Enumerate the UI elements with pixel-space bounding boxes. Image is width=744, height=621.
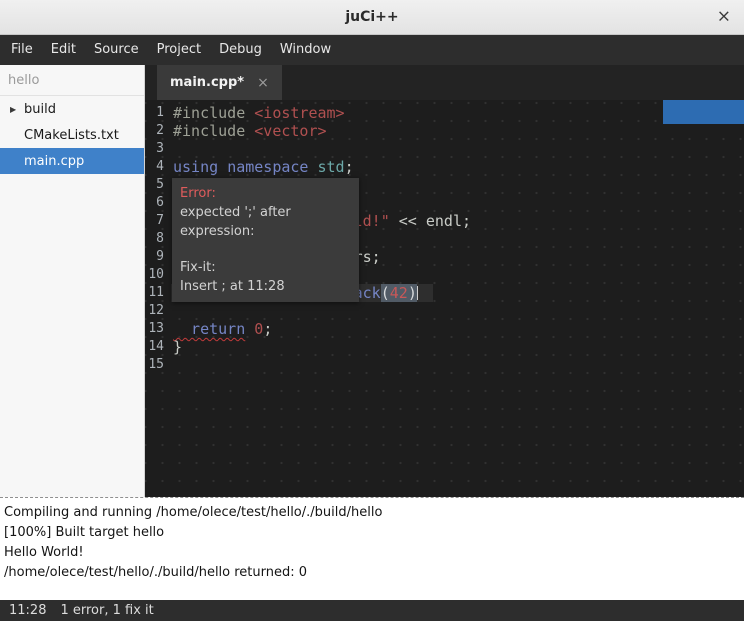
- tree-item-label: CMakeLists.txt: [24, 128, 119, 143]
- code-token: #include: [173, 104, 254, 122]
- code-token: return: [173, 320, 245, 338]
- menu-item-window[interactable]: Window: [271, 35, 340, 65]
- code-token: <iostream>: [254, 104, 344, 122]
- tab-bar: main.cpp* ×: [145, 65, 744, 100]
- tab-label: main.cpp*: [170, 75, 244, 90]
- tooltip-spacer: [180, 241, 351, 258]
- code-token: ): [408, 284, 417, 302]
- code-line-1[interactable]: #include <iostream>: [171, 104, 744, 122]
- code-token: using: [173, 158, 218, 176]
- tooltip-fixit-action: Insert ; at 11:28: [180, 277, 351, 296]
- menu-item-debug[interactable]: Debug: [210, 35, 271, 65]
- code-token: << endl;: [390, 212, 471, 230]
- line-number: 15: [145, 356, 171, 374]
- line-number: 7: [145, 212, 171, 230]
- line-number: 5: [145, 176, 171, 194]
- output-line: Compiling and running /home/olece/test/h…: [4, 503, 740, 523]
- line-number: 8: [145, 230, 171, 248]
- code-token: 0: [254, 320, 263, 338]
- code-token: std: [318, 158, 345, 176]
- tab-main-cpp[interactable]: main.cpp* ×: [157, 65, 282, 100]
- line-number: 4: [145, 158, 171, 176]
- jucipp-window: juCi++ × FileEditSourceProjectDebugWindo…: [0, 0, 744, 621]
- line-number-gutter: 123456789101112131415: [145, 100, 171, 497]
- output-panel[interactable]: Compiling and running /home/olece/test/h…: [0, 497, 744, 600]
- sidebar: hello ▶build CMakeLists.txt main.cpp: [0, 65, 145, 497]
- code-token: <vector>: [254, 122, 326, 140]
- code-token: ;: [263, 320, 272, 338]
- line-number: 10: [145, 266, 171, 284]
- menu-bar: FileEditSourceProjectDebugWindow: [0, 35, 744, 65]
- tree-item-build[interactable]: ▶build: [0, 96, 144, 122]
- menu-item-project[interactable]: Project: [148, 35, 210, 65]
- code-token: [218, 158, 227, 176]
- main-area: hello ▶build CMakeLists.txt main.cpp main.…: [0, 65, 744, 497]
- code-token: namespace: [227, 158, 308, 176]
- project-name: hello: [0, 65, 144, 96]
- tree-item-main.cpp[interactable]: main.cpp: [0, 148, 144, 174]
- code-line-2[interactable]: #include <vector>: [171, 122, 744, 140]
- code-token: }: [173, 338, 182, 356]
- code-token: (: [381, 284, 390, 302]
- window-title: juCi++: [345, 9, 398, 25]
- expander-icon[interactable]: ▶: [0, 105, 24, 114]
- line-number: 6: [145, 194, 171, 212]
- tooltip-error-title: Error:: [180, 184, 351, 203]
- line-number: 11: [145, 284, 171, 302]
- tree-item-label: build: [24, 102, 56, 117]
- diagnostic-tooltip: Error: expected ';' after expression: Fi…: [172, 178, 359, 302]
- output-line: Hello World!: [4, 543, 740, 563]
- window-close-button[interactable]: ×: [717, 9, 731, 26]
- tooltip-fixit-label: Fix-it:: [180, 258, 351, 277]
- error-status: 1 error, 1 fix it: [60, 603, 153, 618]
- output-line: /home/olece/test/hello/./build/hello ret…: [4, 563, 740, 583]
- titlebar: juCi++ ×: [0, 0, 744, 35]
- code-token: ;: [345, 158, 354, 176]
- menu-item-source[interactable]: Source: [85, 35, 148, 65]
- scrollbar-thumb[interactable]: [663, 100, 744, 124]
- tree-item-label: main.cpp: [24, 154, 84, 169]
- editor-pane: main.cpp* × 123456789101112131415 #inclu…: [145, 65, 744, 497]
- file-tree: ▶build CMakeLists.txt main.cpp: [0, 96, 144, 174]
- output-line: [100%] Built target hello: [4, 523, 740, 543]
- line-number: 3: [145, 140, 171, 158]
- text-caret: [417, 286, 418, 300]
- code-token: [308, 158, 317, 176]
- line-number: 14: [145, 338, 171, 356]
- code-line-3[interactable]: [171, 140, 744, 158]
- line-number: 9: [145, 248, 171, 266]
- cursor-position: 11:28: [9, 603, 46, 618]
- code-line-12[interactable]: [171, 302, 744, 320]
- menu-item-edit[interactable]: Edit: [42, 35, 85, 65]
- menu-item-file[interactable]: File: [2, 35, 42, 65]
- code-token: #include: [173, 122, 254, 140]
- code-token: [245, 320, 254, 338]
- tab-close-icon[interactable]: ×: [257, 75, 269, 91]
- line-number: 12: [145, 302, 171, 320]
- code-line-14[interactable]: }: [171, 338, 744, 356]
- line-number: 13: [145, 320, 171, 338]
- code-area[interactable]: 123456789101112131415 #include <iostream…: [145, 100, 744, 497]
- code-line-15[interactable]: [171, 356, 744, 374]
- status-bar: 11:28 1 error, 1 fix it: [0, 600, 744, 621]
- tree-item-cmakelists.txt[interactable]: CMakeLists.txt: [0, 122, 144, 148]
- code-line-13[interactable]: return 0;: [171, 320, 744, 338]
- tooltip-error-message: expected ';' after expression:: [180, 203, 351, 241]
- line-number: 1: [145, 104, 171, 122]
- code-line-4[interactable]: using namespace std;: [171, 158, 744, 176]
- code-token: 42: [390, 284, 408, 302]
- line-number: 2: [145, 122, 171, 140]
